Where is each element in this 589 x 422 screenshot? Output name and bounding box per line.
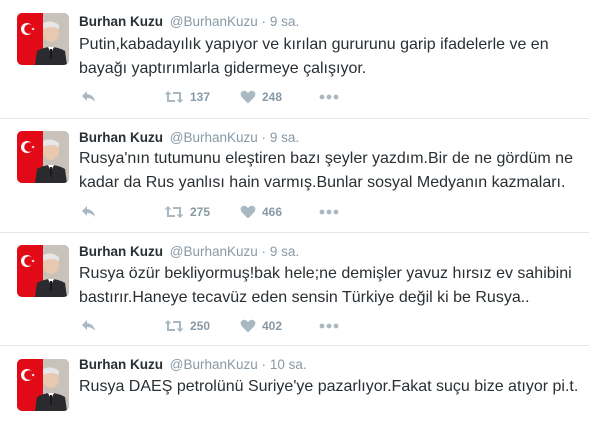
tweet-timeline: Burhan Kuzu @BurhanKuzu · 9 sa. Putin,ka…	[0, 0, 589, 422]
tweet-header: Burhan Kuzu @BurhanKuzu · 10 sa.	[79, 356, 307, 374]
tweet-header: Burhan Kuzu @BurhanKuzu · 9 sa.	[79, 129, 299, 147]
timestamp[interactable]: 9 sa.	[270, 14, 299, 29]
tweet-actions: 275 466	[79, 202, 479, 222]
reply-button[interactable]	[81, 316, 97, 336]
retweet-icon	[164, 320, 184, 332]
retweet-button[interactable]: 137	[164, 87, 210, 107]
tweet-text: Rusya özür bekliyormuş!bak hele;ne demiş…	[79, 265, 572, 306]
retweet-icon	[164, 206, 184, 218]
reply-icon	[82, 91, 95, 102]
more-button[interactable]	[319, 202, 339, 222]
tweet-actions: 250 402	[79, 316, 479, 336]
more-dots-icon	[319, 323, 339, 329]
separator-dot: ·	[261, 244, 267, 259]
reply-button[interactable]	[81, 202, 97, 222]
retweet-button[interactable]: 275	[164, 202, 210, 222]
like-button[interactable]: 248	[240, 87, 282, 107]
retweet-button[interactable]: 250	[164, 316, 210, 336]
tweet-actions: 137 248	[79, 87, 479, 107]
separator-dot: ·	[261, 14, 267, 29]
tweet-header: Burhan Kuzu @BurhanKuzu · 9 sa.	[79, 243, 299, 261]
like-count: 466	[262, 205, 283, 219]
more-button[interactable]	[319, 316, 339, 336]
author-handle[interactable]: @BurhanKuzu	[170, 130, 258, 145]
avatar[interactable]	[17, 359, 69, 411]
timestamp[interactable]: 9 sa.	[270, 130, 299, 145]
author-handle[interactable]: @BurhanKuzu	[170, 357, 258, 372]
like-count: 402	[262, 319, 283, 333]
tweet[interactable]: Burhan Kuzu @BurhanKuzu · 9 sa. Putin,ka…	[0, 0, 589, 119]
tweet-text: Rusya'nın tutumunu eleştiren bazı şeyler…	[79, 150, 573, 191]
retweet-count: 275	[190, 205, 211, 219]
reply-icon	[82, 206, 95, 217]
tweet-text: Putin,kabadayılık yapıyor ve kırılan gur…	[79, 36, 549, 77]
tweet-header: Burhan Kuzu @BurhanKuzu · 9 sa.	[79, 13, 299, 31]
more-dots-icon	[319, 209, 339, 215]
author-name[interactable]: Burhan Kuzu	[79, 357, 163, 372]
retweet-count: 250	[190, 319, 211, 333]
separator-dot: ·	[261, 130, 267, 145]
tweet[interactable]: Burhan Kuzu @BurhanKuzu · 9 sa. Rusya'nı…	[0, 119, 589, 233]
reply-icon	[82, 320, 95, 331]
like-button[interactable]: 466	[240, 202, 282, 222]
author-handle[interactable]: @BurhanKuzu	[170, 244, 258, 259]
author-handle[interactable]: @BurhanKuzu	[170, 14, 258, 29]
retweet-icon	[164, 91, 184, 103]
heart-icon	[240, 205, 256, 219]
avatar[interactable]	[17, 13, 69, 65]
tweet[interactable]: Burhan Kuzu @BurhanKuzu · 9 sa. Rusya öz…	[0, 233, 589, 346]
avatar[interactable]	[17, 245, 69, 297]
tweet-text: Rusya DAEŞ petrolünü Suriye'ye pazarlıyo…	[79, 378, 579, 395]
heart-icon	[240, 90, 256, 104]
author-name[interactable]: Burhan Kuzu	[79, 130, 163, 145]
more-dots-icon	[319, 94, 339, 100]
tweet[interactable]: Burhan Kuzu @BurhanKuzu · 10 sa. Rusya D…	[0, 346, 589, 422]
avatar[interactable]	[17, 131, 69, 183]
heart-icon	[240, 319, 256, 333]
retweet-count: 137	[190, 90, 211, 104]
reply-button[interactable]	[81, 87, 97, 107]
more-button[interactable]	[319, 87, 339, 107]
like-count: 248	[262, 90, 283, 104]
timestamp[interactable]: 9 sa.	[270, 244, 299, 259]
separator-dot: ·	[261, 357, 267, 372]
author-name[interactable]: Burhan Kuzu	[79, 14, 163, 29]
timestamp[interactable]: 10 sa.	[270, 357, 307, 372]
like-button[interactable]: 402	[240, 316, 282, 336]
author-name[interactable]: Burhan Kuzu	[79, 244, 163, 259]
